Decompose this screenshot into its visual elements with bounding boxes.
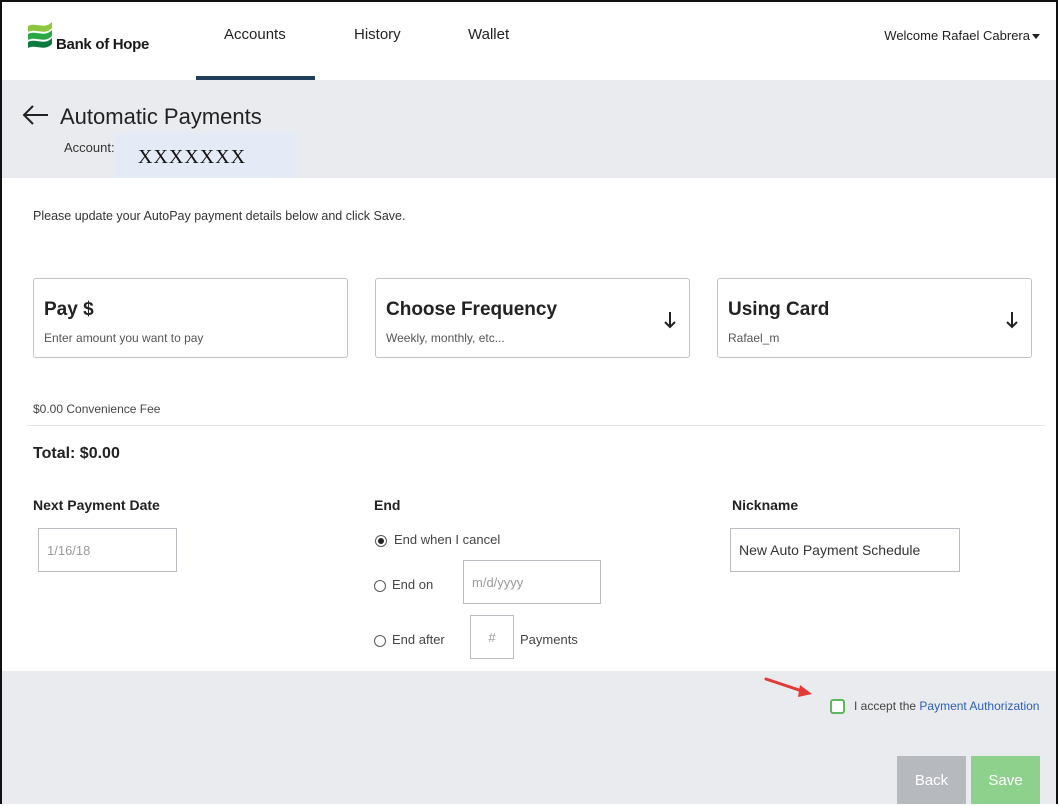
arrow-down-icon bbox=[664, 312, 676, 329]
end-when-cancel-label: End when I cancel bbox=[394, 532, 501, 547]
arrow-down-icon bbox=[1006, 312, 1018, 329]
card-select-card[interactable]: Using Card Rafael_m bbox=[717, 278, 1032, 358]
back-arrow-icon[interactable] bbox=[22, 104, 50, 126]
end-count-placeholder: # bbox=[488, 629, 496, 645]
end-date-placeholder: m/d/yyyy bbox=[472, 574, 524, 590]
annotation-arrow-icon bbox=[764, 677, 812, 697]
end-on-label: End on bbox=[392, 577, 434, 592]
card-subtitle: Rafael_m bbox=[728, 331, 780, 345]
frequency-subtitle: Weekly, monthly, etc... bbox=[386, 331, 505, 345]
pay-subtitle: Enter amount you want to pay bbox=[44, 331, 204, 345]
payments-label: Payments bbox=[520, 632, 578, 647]
instructions-text: Please update your AutoPay payment detai… bbox=[33, 209, 406, 223]
divider bbox=[27, 425, 1045, 426]
end-label: End bbox=[374, 497, 401, 513]
nav-wallet[interactable]: Wallet bbox=[468, 26, 509, 43]
end-after-label: End after bbox=[392, 632, 445, 647]
back-button[interactable]: Back bbox=[897, 756, 966, 804]
nickname-label: Nickname bbox=[732, 497, 799, 513]
radio-end-when-cancel[interactable] bbox=[375, 535, 387, 547]
accept-prefix: I accept the bbox=[854, 699, 917, 713]
pay-title: Pay $ bbox=[44, 299, 94, 320]
accept-checkbox[interactable] bbox=[830, 699, 845, 714]
radio-end-on[interactable] bbox=[374, 580, 386, 592]
next-payment-label: Next Payment Date bbox=[33, 497, 160, 513]
frequency-title: Choose Frequency bbox=[386, 299, 558, 320]
next-payment-date-value: 1/16/18 bbox=[47, 542, 91, 558]
brand-logo[interactable]: Bank of Hope bbox=[26, 20, 166, 60]
pay-amount-card[interactable]: Pay $ Enter amount you want to pay bbox=[33, 278, 348, 358]
bank-of-hope-logo-icon bbox=[28, 22, 52, 48]
payment-authorization-link[interactable]: Payment Authorization bbox=[919, 699, 1039, 713]
next-payment-date-input[interactable]: 1/16/18 bbox=[38, 528, 177, 572]
save-button[interactable]: Save bbox=[971, 756, 1040, 804]
nickname-input[interactable]: New Auto Payment Schedule bbox=[730, 528, 960, 572]
page-title: Automatic Payments bbox=[60, 104, 262, 129]
account-value: XXXXXXX bbox=[138, 146, 247, 168]
welcome-text: Welcome Rafael Cabrera bbox=[884, 28, 1030, 43]
end-count-input[interactable]: # bbox=[470, 615, 514, 659]
convenience-fee: $0.00 Convenience Fee bbox=[33, 402, 161, 416]
account-label: Account: bbox=[64, 140, 115, 155]
caret-down-icon bbox=[1032, 34, 1040, 40]
title-band: Automatic Payments Account: XXXXXXX bbox=[2, 80, 1056, 178]
accept-text: I accept the Payment Authorization bbox=[854, 699, 1039, 713]
user-menu[interactable]: Welcome Rafael Cabrera bbox=[884, 28, 1040, 43]
nav-accounts[interactable]: Accounts bbox=[224, 26, 286, 43]
nav-history[interactable]: History bbox=[354, 26, 401, 43]
brand-name: Bank of Hope bbox=[56, 36, 150, 53]
total-amount: Total: $0.00 bbox=[33, 445, 120, 462]
top-bar: Bank of Hope Accounts History Wallet Wel… bbox=[2, 2, 1056, 80]
nickname-value: New Auto Payment Schedule bbox=[739, 542, 921, 558]
card-title: Using Card bbox=[728, 299, 830, 320]
end-date-input[interactable]: m/d/yyyy bbox=[463, 560, 601, 604]
radio-end-after[interactable] bbox=[374, 635, 386, 647]
app-window: Bank of Hope Accounts History Wallet Wel… bbox=[0, 0, 1058, 804]
frequency-card[interactable]: Choose Frequency Weekly, monthly, etc... bbox=[375, 278, 690, 358]
